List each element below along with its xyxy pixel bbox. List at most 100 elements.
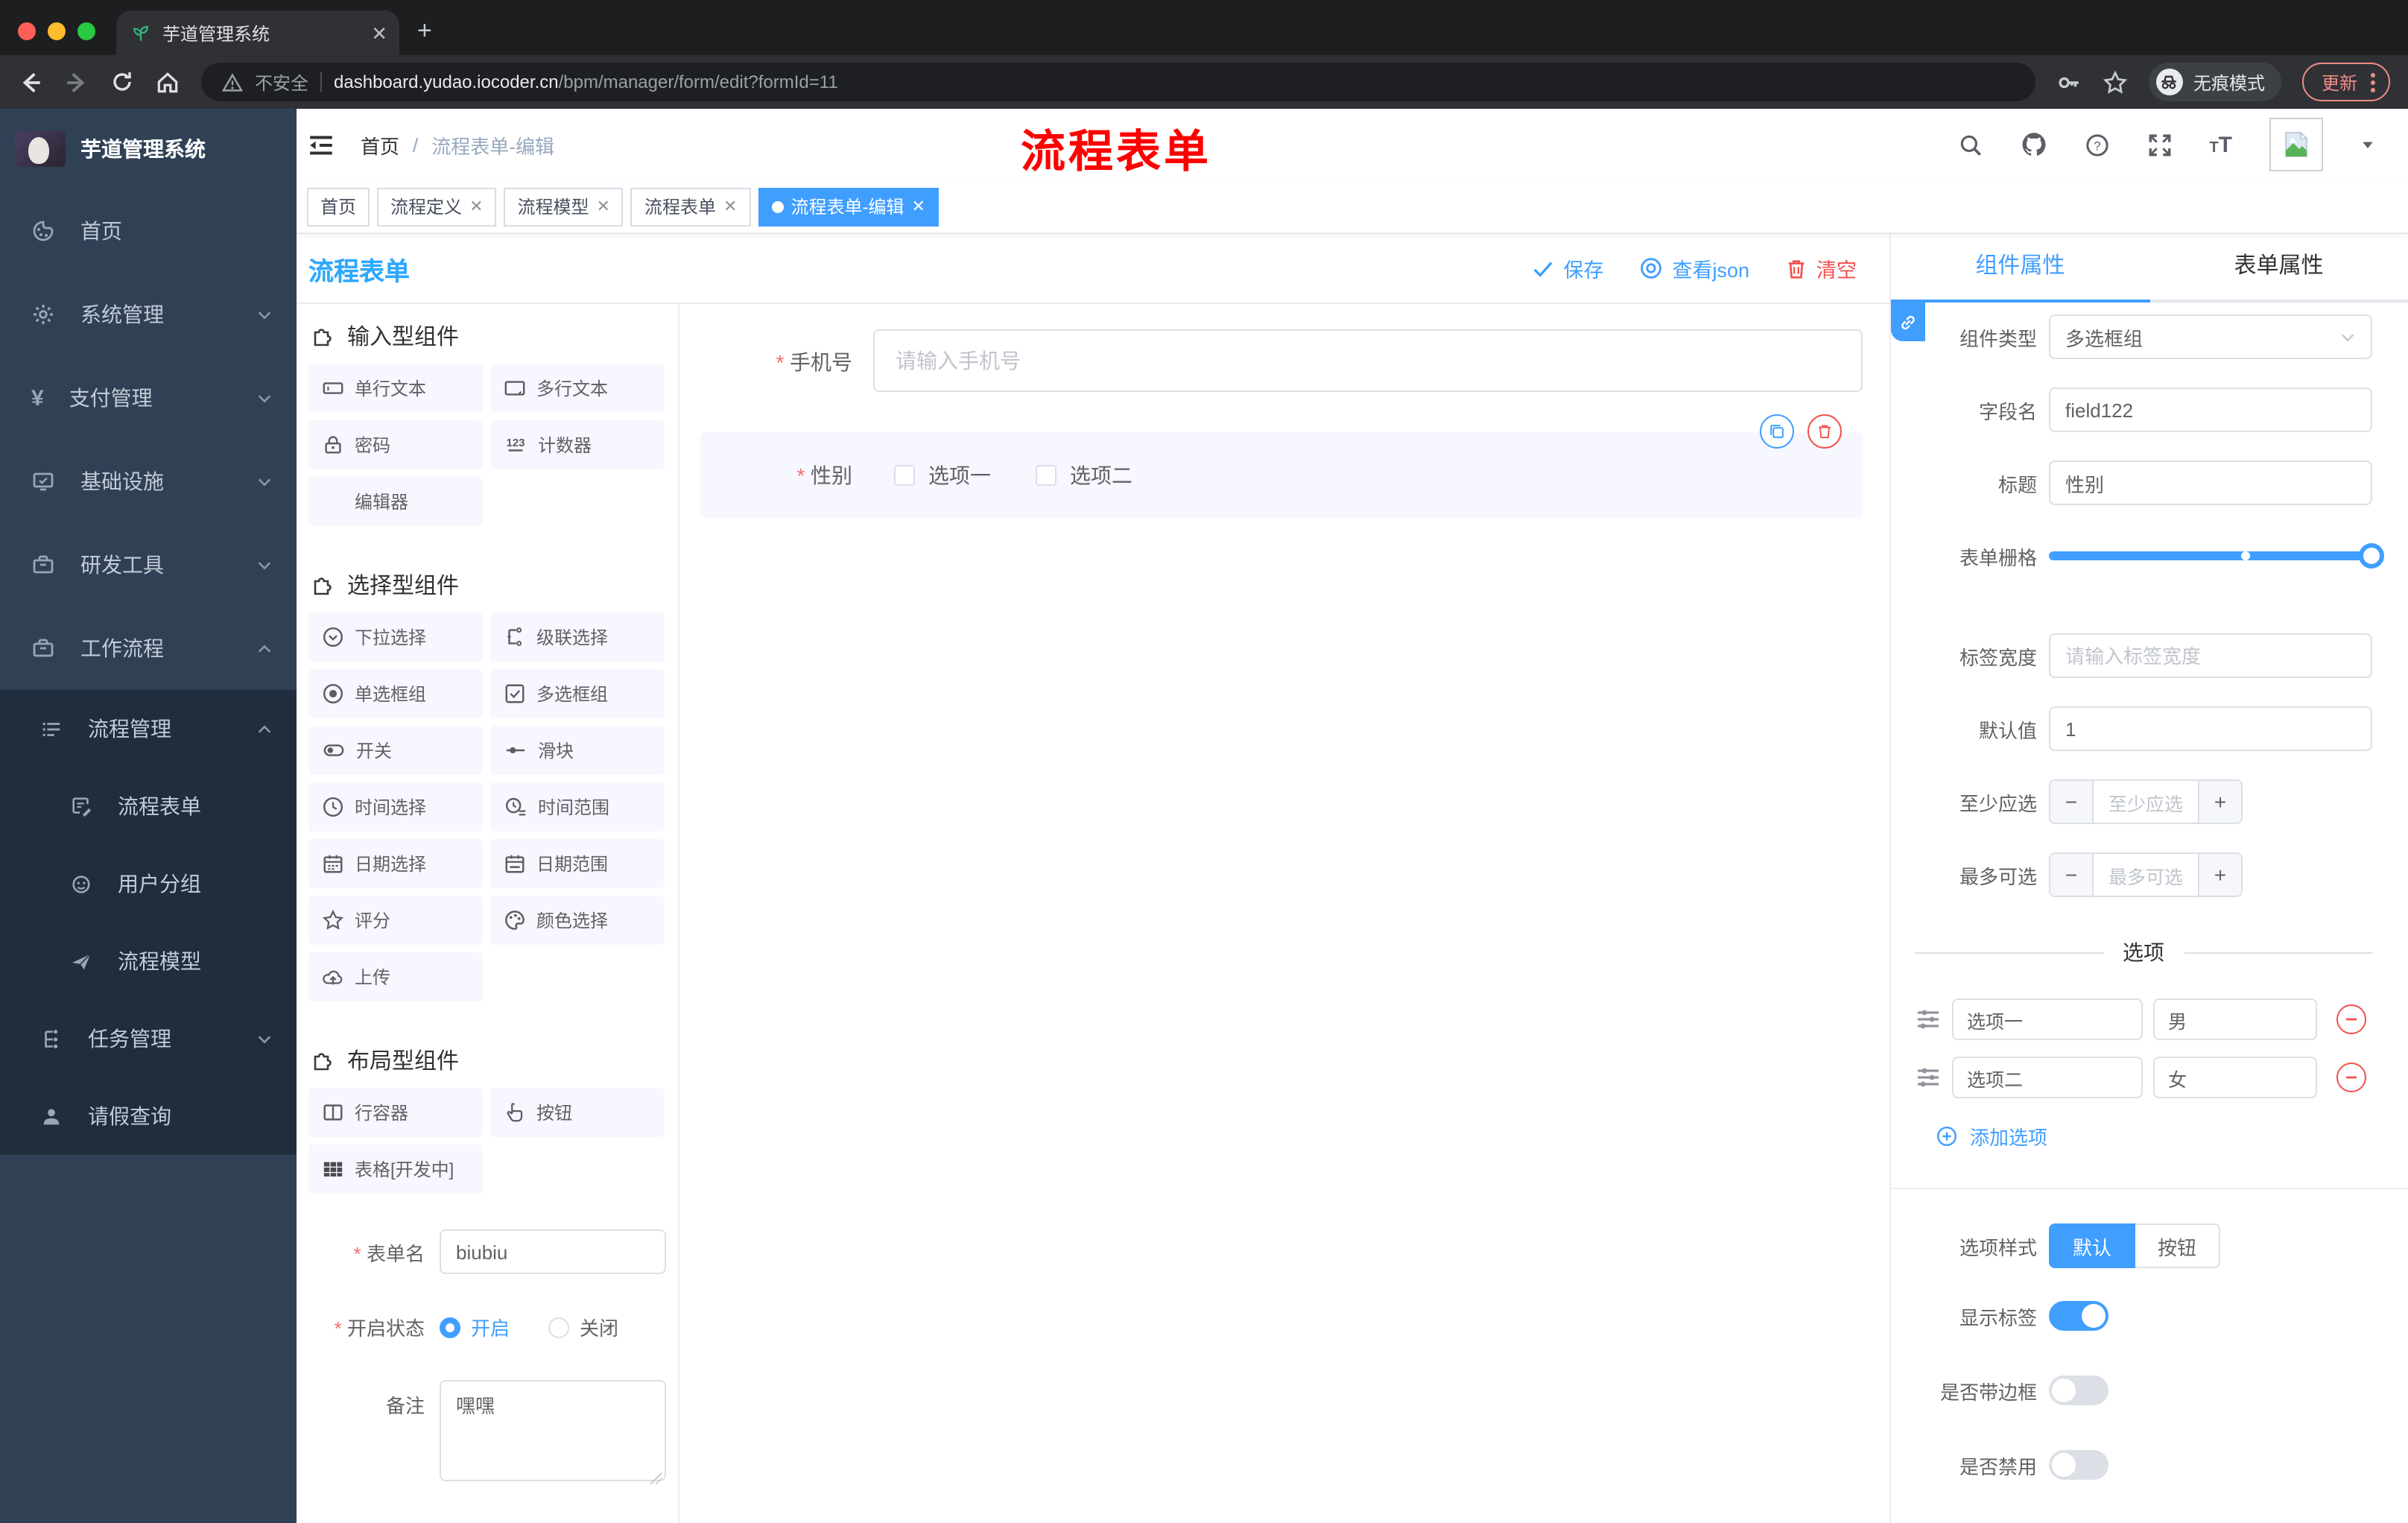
sidebar-item-system[interactable]: 系统管理 [0,273,297,356]
clear-button[interactable]: 清空 [1785,253,1857,283]
url-domain[interactable]: dashboard.yudao.iocoder.cn [334,72,559,92]
tag-process-definition[interactable]: 流程定义 ✕ [377,187,497,226]
palette-item-switch[interactable]: 开关 [308,726,483,775]
url-path[interactable]: /bpm/manager/form/edit?formId=11 [559,72,838,92]
maximize-window-button[interactable] [77,22,95,40]
security-label[interactable]: 不安全 [255,69,308,95]
min-select-value[interactable]: 至少应选 [2094,781,2198,823]
avatar[interactable] [2269,118,2323,171]
palette-item-editor[interactable]: 编辑器 [308,477,483,526]
palette-item-slider[interactable]: 滑块 [490,726,665,775]
sidebar-item-home[interactable]: 首页 [0,189,297,273]
minus-button[interactable]: − [2050,854,2094,896]
option-value-input[interactable] [2153,1057,2317,1098]
remove-option-button[interactable] [2336,1004,2366,1034]
max-select-value[interactable]: 最多可选 [2094,854,2198,896]
show-label-switch[interactable] [2049,1301,2108,1331]
tab-component-props[interactable]: 组件属性 [1891,234,2149,303]
palette-item-row-container[interactable]: 行容器 [308,1088,483,1137]
security-warning-icon[interactable] [222,72,243,92]
min-select-stepper[interactable]: − 至少应选 + [2049,779,2243,824]
palette-item-multi-text[interactable]: 多行文本 [490,364,665,413]
title-input[interactable] [2049,460,2372,505]
browser-tab[interactable]: 芋道管理系统 ✕ [116,10,399,55]
palette-item-table[interactable]: 表格[开发中] [308,1144,483,1194]
gender-option-1-checkbox[interactable]: 选项一 [894,460,991,490]
search-icon[interactable] [1957,132,1983,157]
palette-item-button[interactable]: 按钮 [490,1088,665,1137]
slider-handle[interactable] [2359,543,2384,569]
new-tab-button[interactable]: + [399,16,453,55]
style-button-button[interactable]: 按钮 [2135,1223,2221,1268]
window-controls[interactable] [0,22,116,55]
github-icon[interactable] [2020,131,2047,158]
plus-button[interactable]: + [2198,854,2241,896]
address-bar[interactable]: 不安全 dashboard.yudao.iocoder.cn/bpm/manag… [201,63,2035,101]
remove-option-button[interactable] [2336,1063,2366,1092]
label-width-input[interactable] [2049,633,2372,678]
drag-handle-icon[interactable] [1915,1064,1942,1091]
palette-item-color-picker[interactable]: 颜色选择 [490,896,665,945]
option-label-input[interactable] [1952,998,2143,1040]
max-select-stepper[interactable]: − 最多可选 + [2049,852,2243,897]
drag-handle-icon[interactable] [1915,1006,1942,1033]
phone-input[interactable] [873,329,1863,392]
sidebar-item-process-mgmt[interactable]: 流程管理 [0,690,297,767]
default-value-input[interactable] [2049,706,2372,751]
duplicate-component-button[interactable] [1760,414,1794,449]
sidebar-item-process-model[interactable]: 流程模型 [0,922,297,1000]
fullscreen-icon[interactable] [2146,132,2172,157]
disabled-switch[interactable] [2049,1450,2108,1480]
option-label-input[interactable] [1952,1057,2143,1098]
sidebar-item-task-mgmt[interactable]: 任务管理 [0,1000,297,1077]
remark-textarea[interactable]: 嘿嘿 [440,1380,666,1481]
sidebar-item-leave-query[interactable]: 请假查询 [0,1077,297,1155]
tag-home[interactable]: 首页 [307,187,370,226]
palette-item-password[interactable]: 密码 [308,420,483,469]
tab-close-icon[interactable]: ✕ [371,23,387,42]
sidebar-item-devtools[interactable]: 研发工具 [0,523,297,607]
tag-process-form-edit[interactable]: 流程表单-编辑 ✕ [758,187,939,226]
help-icon[interactable]: ? [2084,132,2109,157]
border-switch[interactable] [2049,1375,2108,1405]
palette-item-checkbox-group[interactable]: 多选框组 [490,669,665,718]
palette-item-radio-group[interactable]: 单选框组 [308,669,483,718]
avatar-caret-icon[interactable] [2360,137,2375,152]
sidebar-item-user-group[interactable]: 用户分组 [0,845,297,922]
form-name-input[interactable] [440,1229,666,1274]
tag-process-model[interactable]: 流程模型 ✕ [504,187,624,226]
canvas-field-phone[interactable]: 手机号 [700,329,1863,392]
browser-menu-icon[interactable] [2371,72,2375,92]
bookmark-star-icon[interactable] [2103,69,2128,95]
close-icon[interactable]: ✕ [597,197,610,216]
link-icon[interactable] [1891,303,1925,341]
close-icon[interactable]: ✕ [469,197,483,216]
sidebar-toggle-icon[interactable] [307,130,335,159]
status-on-radio[interactable]: 开启 [440,1313,510,1341]
forward-icon[interactable] [64,69,89,95]
canvas-field-gender-selected[interactable]: 性别 选项一 选项二 [700,414,1863,519]
breadcrumb-home[interactable]: 首页 [361,130,399,159]
palette-item-time-range[interactable]: 时间范围 [490,782,665,832]
tab-form-props[interactable]: 表单属性 [2149,234,2408,303]
palette-item-counter[interactable]: 123 计数器 [490,420,665,469]
sidebar-item-payment[interactable]: ¥ 支付管理 [0,356,297,440]
reload-icon[interactable] [110,70,134,94]
close-icon[interactable]: ✕ [723,197,737,216]
palette-item-time-picker[interactable]: 时间选择 [308,782,483,832]
component-type-select[interactable]: 多选框组 [2049,314,2372,359]
minus-button[interactable]: − [2050,781,2094,823]
browser-update-button[interactable]: 更新 [2301,63,2390,101]
option-value-input[interactable] [2153,998,2317,1040]
sidebar-item-workflow[interactable]: 工作流程 [0,607,297,690]
view-json-button[interactable]: 查看json [1639,253,1749,283]
palette-item-date-picker[interactable]: 日期选择 [308,839,483,888]
grid-slider[interactable] [2049,533,2384,578]
status-off-radio[interactable]: 关闭 [548,1313,618,1341]
minimize-window-button[interactable] [48,22,66,40]
palette-item-date-range[interactable]: 日期范围 [490,839,665,888]
delete-component-button[interactable] [1807,414,1842,449]
palette-item-select[interactable]: 下拉选择 [308,612,483,662]
field-name-input[interactable] [2049,387,2372,432]
palette-item-cascader[interactable]: 级联选择 [490,612,665,662]
